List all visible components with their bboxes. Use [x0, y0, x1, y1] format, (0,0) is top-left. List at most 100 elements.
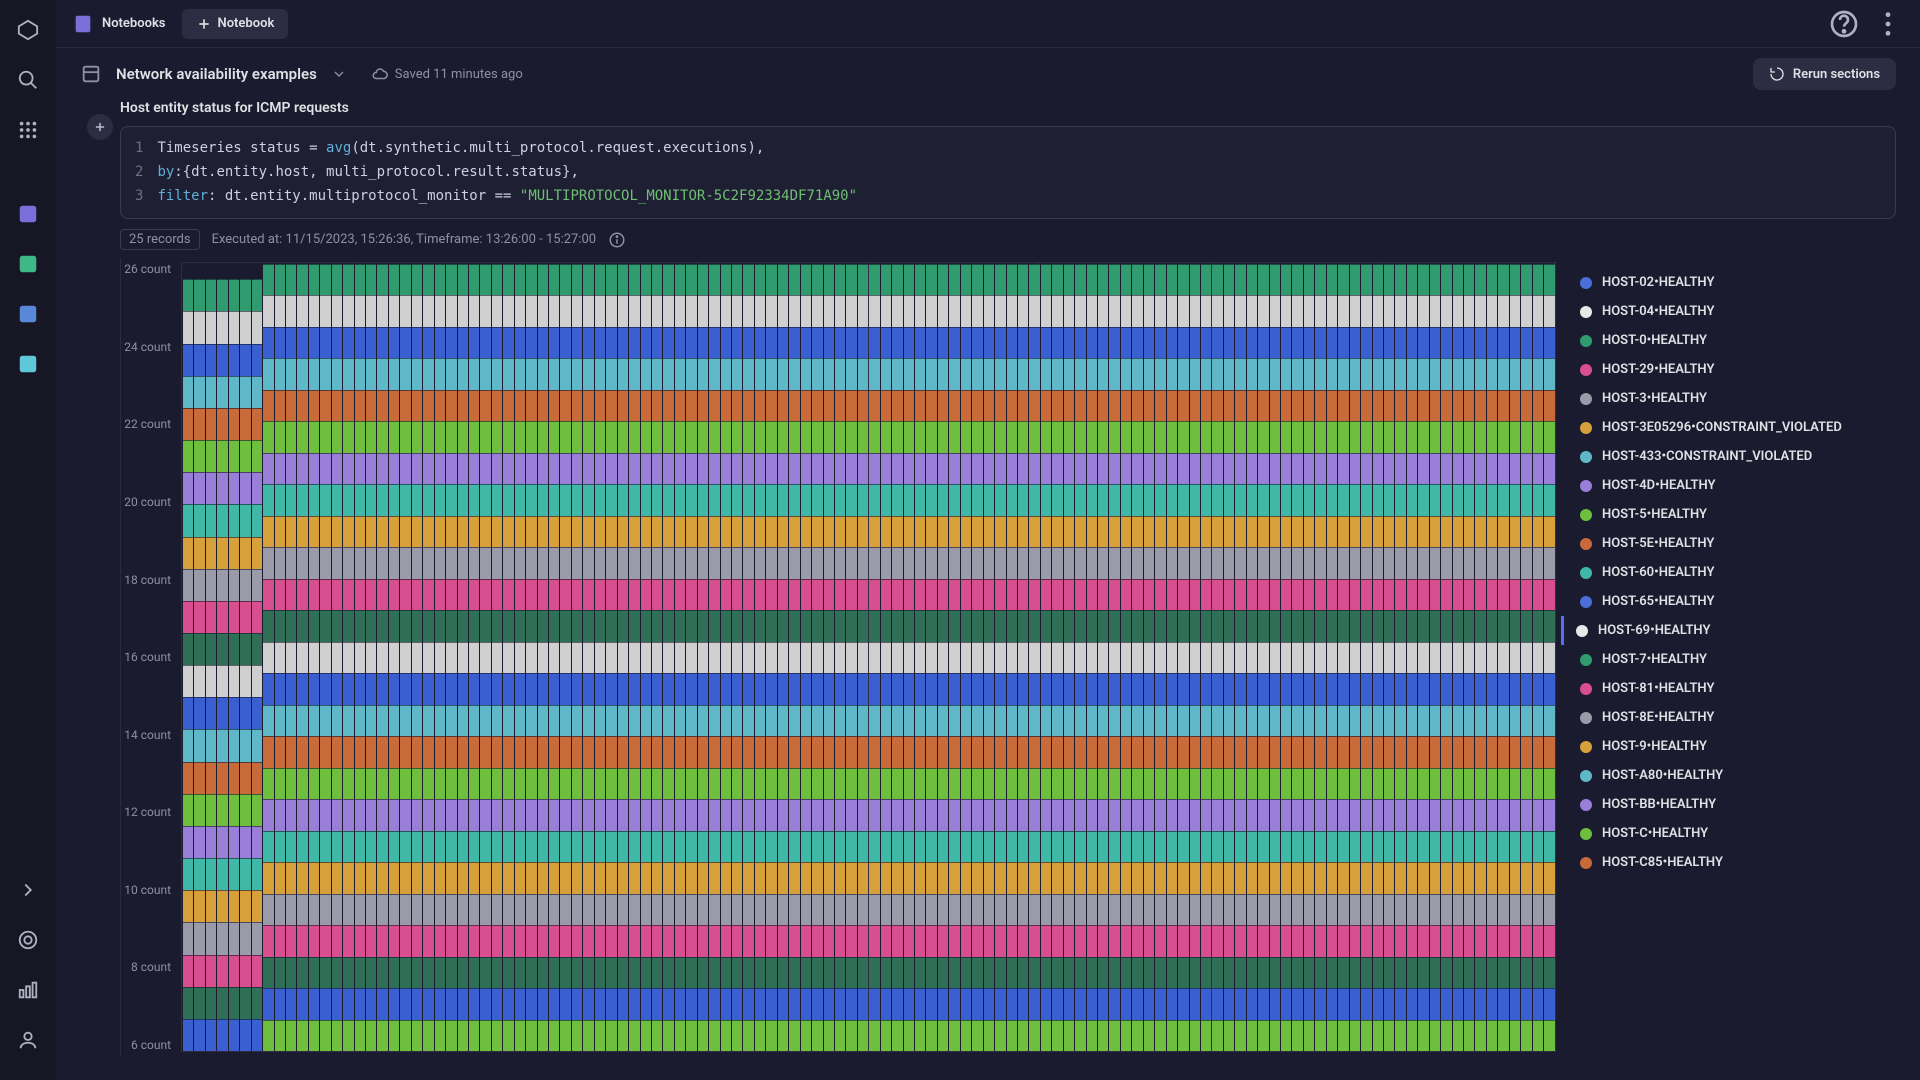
legend-item[interactable]: HOST-0•HEALTHY — [1576, 326, 1888, 355]
legend-item[interactable]: HOST-02•HEALTHY — [1576, 268, 1888, 297]
home-icon[interactable] — [10, 12, 46, 48]
y-tick: 12 count — [121, 805, 177, 819]
more-menu-icon[interactable] — [1872, 8, 1904, 40]
legend-item[interactable]: HOST-3E05296•CONSTRAINT_VIOLATED — [1576, 413, 1888, 442]
section-title: Host entity status for ICMP requests — [120, 100, 1896, 116]
legend-item[interactable]: HOST-7•HEALTHY — [1576, 645, 1888, 674]
legend-item[interactable]: HOST-81•HEALTHY — [1576, 674, 1888, 703]
notebooks-breadcrumb[interactable]: Notebooks — [102, 16, 166, 31]
legend-item[interactable]: HOST-5•HEALTHY — [1576, 500, 1888, 529]
section-icon — [80, 63, 102, 85]
pinned-app-4-icon[interactable] — [10, 346, 46, 382]
legend-swatch-icon — [1580, 306, 1592, 318]
title-menu-icon[interactable] — [331, 66, 347, 82]
legend-label: HOST-0•HEALTHY — [1602, 333, 1707, 348]
save-status-text: Saved 11 minutes ago — [395, 67, 523, 82]
legend-item[interactable]: HOST-8E•HEALTHY — [1576, 703, 1888, 732]
legend-label: HOST-C•HEALTHY — [1602, 826, 1708, 841]
legend-item[interactable]: HOST-29•HEALTHY — [1576, 355, 1888, 384]
legend-swatch-icon — [1580, 683, 1592, 695]
legend-label: HOST-69•HEALTHY — [1598, 623, 1710, 638]
sidebar — [0, 0, 56, 1080]
legend-item[interactable]: HOST-C85•HEALTHY — [1576, 848, 1888, 877]
y-tick: 16 count — [121, 650, 177, 664]
support-icon[interactable] — [10, 922, 46, 958]
help-icon[interactable] — [1828, 8, 1860, 40]
y-tick: 18 count — [121, 573, 177, 587]
y-tick: 6 count — [121, 1038, 177, 1052]
legend-swatch-icon — [1580, 828, 1592, 840]
cloud-saved-icon — [371, 65, 389, 83]
y-tick: 8 count — [121, 960, 177, 974]
new-notebook-label: Notebook — [218, 16, 275, 31]
legend-swatch-icon — [1580, 335, 1592, 347]
pinned-app-2-icon[interactable] — [10, 246, 46, 282]
legend-label: HOST-7•HEALTHY — [1602, 652, 1707, 667]
legend-swatch-icon — [1580, 480, 1592, 492]
legend-swatch-icon — [1580, 538, 1592, 550]
legend-item[interactable]: HOST-C•HEALTHY — [1576, 819, 1888, 848]
legend-swatch-icon — [1580, 277, 1592, 289]
legend-item[interactable]: HOST-BB•HEALTHY — [1576, 790, 1888, 819]
search-icon[interactable] — [10, 62, 46, 98]
legend-item[interactable]: HOST-60•HEALTHY — [1576, 558, 1888, 587]
chart[interactable]: 26 count24 count22 count20 count18 count… — [120, 258, 1556, 1056]
legend-item[interactable]: HOST-A80•HEALTHY — [1576, 761, 1888, 790]
legend-label: HOST-4D•HEALTHY — [1602, 478, 1716, 493]
records-badge: 25 records — [120, 229, 200, 250]
legend-label: HOST-A80•HEALTHY — [1602, 768, 1723, 783]
legend-swatch-icon — [1580, 422, 1592, 434]
chart-bars — [182, 263, 1555, 1051]
code-editor[interactable]: 123 Timeseries status = avg(dt.synthetic… — [120, 126, 1896, 219]
legend-item[interactable]: HOST-3•HEALTHY — [1576, 384, 1888, 413]
save-status: Saved 11 minutes ago — [371, 65, 523, 83]
y-tick: 10 count — [121, 883, 177, 897]
legend-item[interactable]: HOST-5E•HEALTHY — [1576, 529, 1888, 558]
legend-item[interactable]: HOST-4D•HEALTHY — [1576, 471, 1888, 500]
executed-at-text: Executed at: 11/15/2023, 15:26:36, Timef… — [212, 232, 597, 247]
apps-icon[interactable] — [10, 112, 46, 148]
y-tick: 24 count — [121, 340, 177, 354]
legend-swatch-icon — [1580, 741, 1592, 753]
y-tick: 14 count — [121, 728, 177, 742]
legend-item[interactable]: HOST-04•HEALTHY — [1576, 297, 1888, 326]
legend-swatch-icon — [1580, 364, 1592, 376]
legend-swatch-icon — [1580, 596, 1592, 608]
legend-label: HOST-BB•HEALTHY — [1602, 797, 1716, 812]
dashboard-icon[interactable] — [10, 972, 46, 1008]
pinned-app-1-icon[interactable] — [10, 196, 46, 232]
legend-swatch-icon — [1576, 625, 1588, 637]
legend-label: HOST-3•HEALTHY — [1602, 391, 1707, 406]
pinned-app-3-icon[interactable] — [10, 296, 46, 332]
legend-item[interactable]: HOST-9•HEALTHY — [1576, 732, 1888, 761]
y-tick: 20 count — [121, 495, 177, 509]
legend-label: HOST-8E•HEALTHY — [1602, 710, 1714, 725]
notebooks-app-icon — [72, 13, 94, 35]
rerun-label: Rerun sections — [1793, 67, 1880, 82]
y-tick: 22 count — [121, 417, 177, 431]
legend-label: HOST-29•HEALTHY — [1602, 362, 1714, 377]
new-notebook-button[interactable]: Notebook — [182, 9, 289, 39]
legend-item[interactable]: HOST-433•CONSTRAINT_VIOLATED — [1576, 442, 1888, 471]
legend-label: HOST-04•HEALTHY — [1602, 304, 1714, 319]
info-icon[interactable] — [608, 231, 626, 249]
add-section-button[interactable] — [87, 114, 113, 140]
expand-sidebar-icon[interactable] — [10, 872, 46, 908]
notebook-title[interactable]: Network availability examples — [116, 65, 317, 83]
legend-label: HOST-60•HEALTHY — [1602, 565, 1714, 580]
legend-swatch-icon — [1580, 509, 1592, 521]
legend-label: HOST-02•HEALTHY — [1602, 275, 1714, 290]
legend-label: HOST-81•HEALTHY — [1602, 681, 1714, 696]
code-content: Timeseries status = avg(dt.synthetic.mul… — [157, 137, 857, 208]
user-icon[interactable] — [10, 1022, 46, 1058]
legend-label: HOST-9•HEALTHY — [1602, 739, 1707, 754]
legend-item[interactable]: HOST-69•HEALTHY — [1561, 616, 1888, 645]
rerun-sections-button[interactable]: Rerun sections — [1753, 58, 1896, 90]
legend-label: HOST-5E•HEALTHY — [1602, 536, 1714, 551]
legend-label: HOST-3E05296•CONSTRAINT_VIOLATED — [1602, 420, 1842, 435]
legend-item[interactable]: HOST-65•HEALTHY — [1576, 587, 1888, 616]
y-axis: 26 count24 count22 count20 count18 count… — [121, 258, 177, 1056]
legend-label: HOST-65•HEALTHY — [1602, 594, 1714, 609]
line-gutter: 123 — [135, 137, 143, 208]
legend-label: HOST-5•HEALTHY — [1602, 507, 1707, 522]
